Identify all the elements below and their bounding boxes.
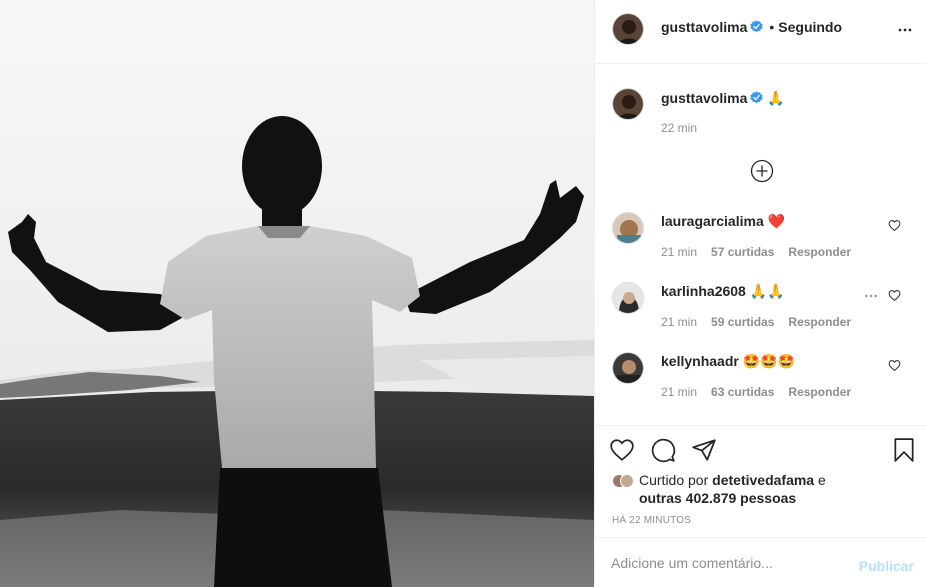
- more-options-icon[interactable]: [895, 20, 915, 40]
- caption-username[interactable]: gusttavolima: [661, 90, 747, 106]
- comment-time: 21 min: [661, 385, 698, 399]
- comment-avatar[interactable]: [612, 212, 644, 244]
- post-actions: Curtido por detetivedafama e outras 402.8…: [595, 425, 926, 535]
- liked-by-text: Curtido por detetivedafama e outras 402.8…: [639, 471, 909, 507]
- comment-avatar[interactable]: [612, 282, 644, 314]
- post-header: gusttavolima • Seguindo: [595, 0, 926, 64]
- liked-by-avatars[interactable]: [612, 473, 634, 489]
- liked-prefix: Curtido por: [639, 472, 713, 488]
- caption-text: 🙏: [767, 90, 785, 106]
- liked-user[interactable]: detetivedafama: [712, 472, 814, 488]
- verified-badge-icon: [750, 91, 764, 104]
- post-photo[interactable]: [0, 0, 594, 587]
- comment-username[interactable]: kellynhaadr: [661, 353, 739, 369]
- paper-plane-icon[interactable]: [691, 437, 717, 463]
- heart-icon[interactable]: [888, 289, 901, 302]
- liked-others[interactable]: outras 402.879 pessoas: [639, 490, 796, 506]
- comment-avatar[interactable]: [612, 352, 644, 384]
- avatar-image: [613, 283, 643, 313]
- comment-text: ❤️: [767, 213, 786, 229]
- verified-badge-icon: [750, 20, 764, 33]
- heart-icon[interactable]: [609, 437, 635, 463]
- comment-item: lauragarcialima ❤️ 21 min 57 curtidas Respo…: [595, 212, 926, 272]
- comment-item: karlinha2608 🙏🙏 21 min 59 curtidas Responde…: [595, 282, 926, 342]
- post-side-panel: gusttavolima • Seguindo gusttavolima 🙏 22 m…: [594, 0, 926, 587]
- post-timestamp[interactable]: HÁ 22 MINUTOS: [612, 515, 691, 526]
- reply-button[interactable]: Responder: [788, 385, 851, 399]
- plus-circle-icon[interactable]: [750, 159, 774, 183]
- comment-item: kellynhaadr 🤩🤩🤩 21 min 63 curtidas Responde…: [595, 352, 926, 412]
- reply-button[interactable]: Responder: [788, 245, 851, 259]
- comment-text: 🙏🙏: [749, 283, 785, 299]
- reply-button[interactable]: Responder: [788, 315, 851, 329]
- comment-line: lauragarcialima ❤️: [661, 213, 785, 230]
- comment-username[interactable]: lauragarcialima: [661, 213, 764, 229]
- comment-bubble-icon[interactable]: [650, 437, 676, 463]
- comment-text: 🤩🤩🤩: [742, 353, 796, 369]
- caption-avatar[interactable]: [612, 88, 644, 120]
- caption-line: gusttavolima 🙏: [661, 90, 785, 108]
- author-username[interactable]: gusttavolima: [661, 19, 747, 35]
- liked-suffix: e: [814, 472, 826, 488]
- separator-dot: •: [769, 19, 775, 35]
- comment-line: karlinha2608 🙏🙏: [661, 283, 785, 300]
- comment-input[interactable]: [611, 552, 841, 574]
- comment-likes[interactable]: 57 curtidas: [711, 245, 774, 259]
- comment-username[interactable]: karlinha2608: [661, 283, 746, 299]
- comment-likes[interactable]: 59 curtidas: [711, 315, 774, 329]
- bookmark-icon[interactable]: [891, 437, 917, 463]
- avatar-image: [613, 213, 643, 243]
- author-avatar[interactable]: [612, 13, 644, 45]
- caption-time: 22 min: [661, 121, 698, 135]
- avatar-image: [613, 14, 643, 44]
- heart-icon[interactable]: [888, 219, 901, 232]
- heart-icon[interactable]: [888, 359, 901, 372]
- avatar-image: [613, 353, 643, 383]
- comment-more-icon[interactable]: [863, 288, 879, 304]
- post-caption: gusttavolima 🙏 22 min: [595, 80, 926, 140]
- header-user-line: gusttavolima • Seguindo: [661, 19, 842, 37]
- comment-likes[interactable]: 63 curtidas: [711, 385, 774, 399]
- publish-button[interactable]: Publicar: [859, 558, 914, 574]
- comment-meta: 21 min 63 curtidas Responder: [661, 385, 865, 399]
- comment-meta: 21 min 59 curtidas Responder: [661, 315, 865, 329]
- following-button[interactable]: Seguindo: [778, 19, 842, 35]
- comment-time: 21 min: [661, 315, 698, 329]
- comment-line: kellynhaadr 🤩🤩🤩: [661, 353, 795, 370]
- liker-avatar: [620, 474, 634, 488]
- add-comment-bar: Publicar: [595, 537, 926, 587]
- comment-time: 21 min: [661, 245, 698, 259]
- post-image: [0, 0, 594, 587]
- comment-meta: 21 min 57 curtidas Responder: [661, 245, 865, 259]
- avatar-image: [613, 89, 643, 119]
